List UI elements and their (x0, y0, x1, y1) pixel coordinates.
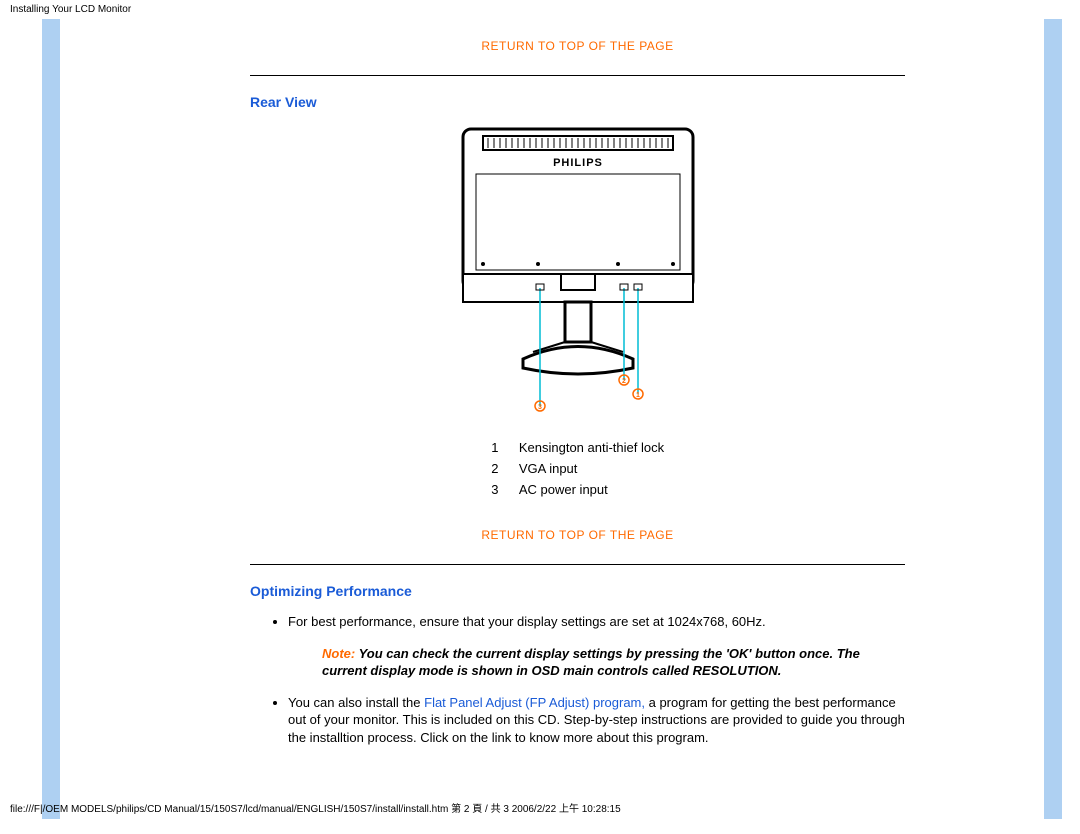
table-row: 2 VGA input (481, 458, 674, 479)
callout-label-2: VGA input (519, 458, 674, 479)
print-footer: file:///F|/OEM MODELS/philips/CD Manual/… (10, 800, 621, 815)
left-accent-bar (42, 19, 60, 819)
right-accent-bar (1044, 19, 1062, 819)
note-label: Note: (322, 646, 359, 661)
return-top-link-1[interactable]: RETURN TO TOP OF THE PAGE (250, 39, 905, 53)
print-footer-text: file:///F|/OEM MODELS/philips/CD Manual/… (10, 804, 621, 815)
return-top-link-1-text: RETURN TO TOP OF THE PAGE (481, 39, 673, 53)
callout-label-3: AC power input (519, 479, 674, 500)
page-body: RETURN TO TOP OF THE PAGE Rear View (0, 19, 1080, 819)
note-block: Note: You can check the current display … (322, 645, 869, 680)
main-content: RETURN TO TOP OF THE PAGE Rear View (250, 19, 905, 746)
callout-num-2: 2 (481, 458, 519, 479)
table-row: 1 Kensington anti-thief lock (481, 437, 674, 458)
divider-1 (250, 75, 905, 76)
performance-list-1: For best performance, ensure that your d… (250, 613, 905, 631)
callout-label-1: Kensington anti-thief lock (519, 437, 674, 458)
return-top-link-2-text: RETURN TO TOP OF THE PAGE (481, 528, 673, 542)
callout-num-1: 1 (481, 437, 519, 458)
svg-text:2: 2 (622, 378, 626, 385)
brand-label: PHILIPS (553, 157, 603, 169)
note-body: You can check the current display settin… (322, 646, 860, 679)
svg-text:1: 1 (636, 392, 640, 399)
monitor-rear-icon: PHILIPS (428, 124, 728, 414)
rear-view-heading: Rear View (250, 94, 905, 110)
table-row: 3 AC power input (481, 479, 674, 500)
bullet2-pre: You can also install the (288, 695, 424, 710)
callout-num-3: 3 (481, 479, 519, 500)
print-header: Installing Your LCD Monitor (0, 0, 1080, 19)
rear-callout-table: 1 Kensington anti-thief lock 2 VGA input… (481, 437, 674, 500)
optimizing-heading: Optimizing Performance (250, 583, 905, 599)
fp-adjust-link[interactable]: Flat Panel Adjust (FP Adjust) program, (424, 695, 645, 710)
list-item: For best performance, ensure that your d… (288, 613, 905, 631)
print-header-text: Installing Your LCD Monitor (10, 4, 131, 15)
divider-2 (250, 564, 905, 565)
return-top-link-2[interactable]: RETURN TO TOP OF THE PAGE (250, 528, 905, 542)
list-item: You can also install the Flat Panel Adju… (288, 694, 905, 747)
rear-view-diagram: PHILIPS (250, 124, 905, 417)
svg-text:3: 3 (538, 404, 542, 411)
performance-list-2: You can also install the Flat Panel Adju… (250, 694, 905, 747)
